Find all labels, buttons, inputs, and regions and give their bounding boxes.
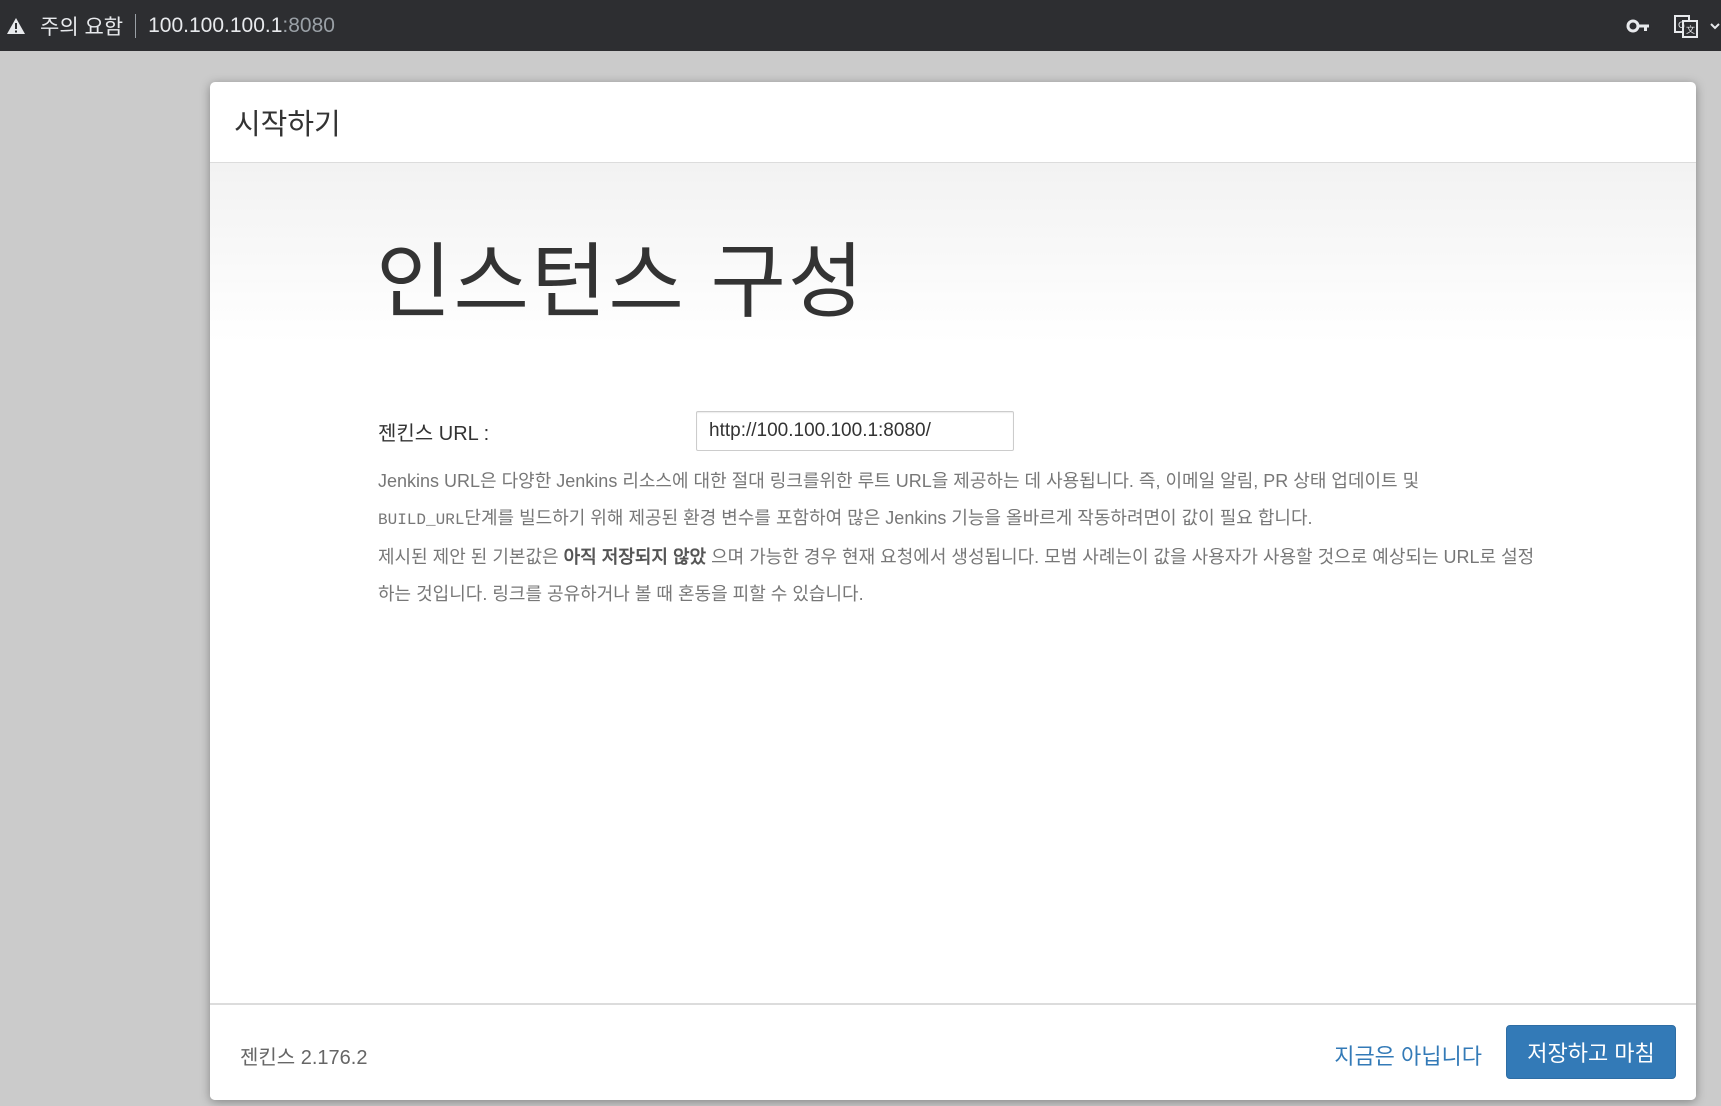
url-host: 100.100.100.1 <box>148 13 283 37</box>
build-url-code: BUILD_URL <box>378 511 465 529</box>
url-port: :8080 <box>282 13 335 37</box>
address-bar-actions: G 文 <box>1625 0 1721 51</box>
setup-wizard-dialog: 시작하기 인스턴스 구성 젠킨스 URL : Jenkins URL은 다양한 … <box>210 82 1696 1100</box>
help-paragraph-2: 제시된 제안 된 기본값은 아직 저장되지 않았 으며 가능한 경우 현재 요청… <box>378 539 1538 613</box>
jenkins-url-input[interactable] <box>696 411 1014 451</box>
translate-icon[interactable]: G 文 <box>1673 13 1699 39</box>
svg-text:文: 文 <box>1686 24 1695 36</box>
help-line-3-strong: 아직 저장되지 않았 <box>563 547 707 567</box>
jenkins-url-label: 젠킨스 URL : <box>378 423 490 445</box>
help-line-2: 단계를 빌드하기 위해 제공된 환경 변수를 포함하여 많은 Jenkins 기… <box>464 508 1313 528</box>
dialog-title: 시작하기 <box>234 109 341 141</box>
url-help-text: Jenkins URL은 다양한 Jenkins 리소스에 대한 절대 링크를위… <box>378 463 1538 613</box>
help-line-1: Jenkins URL은 다양한 Jenkins 리소스에 대한 절대 링크를위… <box>378 471 1420 491</box>
chevron-down-icon[interactable] <box>1709 13 1721 39</box>
dialog-footer: 젠킨스 2.176.2 지금은 아닙니다 저장하고 마침 <box>210 1003 1696 1100</box>
help-paragraph-1: Jenkins URL은 다양한 Jenkins 리소스에 대한 절대 링크를위… <box>378 463 1538 539</box>
warning-icon[interactable] <box>6 16 26 36</box>
dialog-body: 인스턴스 구성 젠킨스 URL : Jenkins URL은 다양한 Jenki… <box>210 163 1696 1004</box>
browser-address-bar: 주의 요함 100.100.100.1:8080 G 文 <box>0 0 1721 51</box>
save-and-finish-button[interactable]: 저장하고 마침 <box>1506 1025 1676 1079</box>
svg-text:G: G <box>1678 21 1685 31</box>
page-title: 인스턴스 구성 <box>376 237 866 328</box>
help-line-3-prefix: 제시된 제안 된 기본값은 <box>378 547 564 567</box>
url-display[interactable]: 100.100.100.1:8080 <box>148 14 335 38</box>
dialog-header: 시작하기 <box>210 82 1696 163</box>
jenkins-version: 젠킨스 2.176.2 <box>240 1047 368 1069</box>
security-warning-text[interactable]: 주의 요함 <box>40 11 123 41</box>
key-icon[interactable] <box>1625 13 1651 39</box>
not-now-link[interactable]: 지금은 아닙니다 <box>1334 1039 1482 1071</box>
address-separator <box>135 13 137 38</box>
